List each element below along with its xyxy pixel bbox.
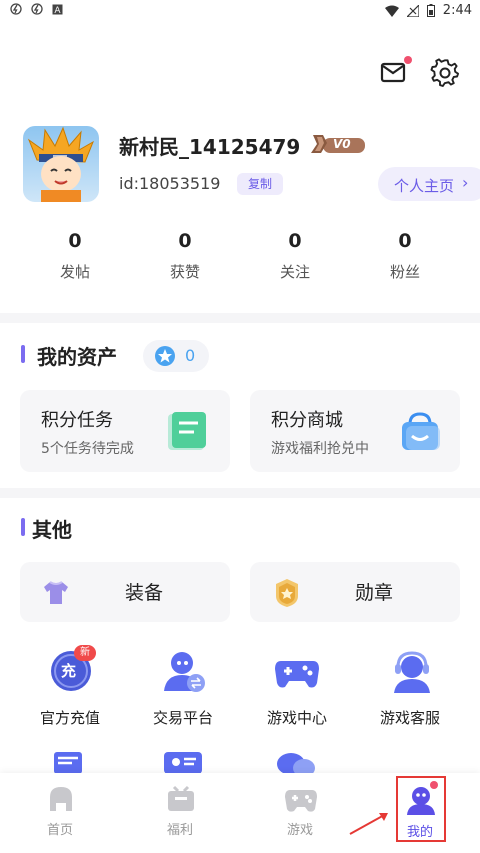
unread-dot — [404, 56, 412, 64]
vip-badge: V0 — [309, 133, 367, 155]
stat-label: 发帖 — [59, 263, 90, 281]
battery-icon — [426, 4, 435, 17]
card-title: 积分任务 — [41, 410, 113, 431]
grid-label: 游戏客服 — [379, 709, 440, 727]
mail-icon — [380, 62, 406, 83]
message-button[interactable] — [380, 56, 412, 86]
gamepad-tab-icon — [285, 790, 317, 812]
chevron-right-icon: › — [462, 173, 469, 192]
headset-icon — [394, 651, 430, 693]
section-divider — [0, 313, 480, 323]
stat-label: 粉丝 — [389, 263, 420, 281]
highlight-box — [396, 776, 446, 842]
grid-item-game-center[interactable]: 游戏中心 — [247, 645, 347, 730]
status-time: 2:44 — [442, 3, 472, 18]
points-mall-card[interactable]: 积分商城 游戏福利抢兑中 — [250, 390, 460, 472]
home-icon — [50, 787, 72, 811]
gamepad-icon — [275, 661, 319, 688]
card-subtitle: 游戏福利抢兑中 — [271, 441, 369, 457]
other-title: 其他 — [32, 518, 72, 542]
stat-value: 0 — [178, 230, 192, 252]
equipment-label: 装备 — [125, 582, 164, 604]
points-task-card[interactable]: 积分任务 5个任务待完成 — [20, 390, 230, 472]
grid-item-customer-service[interactable]: 游戏客服 — [360, 645, 460, 730]
user-id: id:18053519 — [119, 174, 221, 193]
stat-posts[interactable]: 0 发帖 — [35, 230, 115, 282]
section-accent-bar — [21, 345, 25, 363]
username: 新村民_14125479 — [119, 135, 301, 159]
card-title: 积分商城 — [271, 410, 343, 431]
grid-label: 游戏中心 — [266, 709, 327, 727]
mail-envelope-icon — [54, 752, 82, 774]
status-bar: A 2:44 — [0, 0, 480, 22]
stat-value: 0 — [68, 230, 82, 252]
red-arrow-icon — [349, 813, 388, 835]
new-badge: 新 — [74, 645, 96, 661]
copy-id-button[interactable]: 复制 — [237, 173, 283, 195]
flash-icon — [10, 3, 22, 15]
points-pill[interactable]: 0 — [143, 340, 209, 372]
grid-item-recharge[interactable]: 充 新 官方充值 — [20, 645, 120, 730]
id-card-icon — [164, 752, 202, 774]
stat-value: 0 — [398, 230, 412, 252]
points-value: 0 — [185, 346, 196, 365]
avatar-image — [27, 126, 94, 202]
section-accent-bar — [21, 518, 25, 536]
equipment-button[interactable]: 装备 — [20, 562, 230, 622]
stat-label: 关注 — [279, 263, 310, 281]
assets-title: 我的资产 — [37, 345, 117, 369]
homepage-label: 个人主页 — [394, 177, 455, 195]
card-subtitle: 5个任务待完成 — [41, 441, 134, 457]
flash-icon — [31, 3, 43, 15]
status-left-icons: A — [10, 3, 63, 15]
gift-box-icon — [168, 785, 194, 811]
gear-icon — [430, 58, 460, 87]
app-notification-icon: A — [52, 4, 63, 15]
homepage-button[interactable]: 个人主页 › — [378, 167, 480, 201]
medal-label: 勋章 — [355, 582, 394, 604]
svg-text:A: A — [54, 6, 61, 15]
star-coin-icon — [155, 346, 175, 366]
grid-label: 官方充值 — [39, 709, 100, 727]
stat-followers[interactable]: 0 粉丝 — [365, 230, 445, 282]
tab-label: 首页 — [46, 823, 73, 838]
grid-label: 交易平台 — [152, 709, 213, 727]
stat-likes[interactable]: 0 获赞 — [145, 230, 225, 282]
vip-level: V0 — [333, 137, 351, 151]
status-right-icons: 2:44 — [384, 3, 472, 18]
signal-icon — [406, 4, 419, 17]
task-note-icon — [168, 412, 206, 450]
medal-icon — [276, 579, 298, 607]
stat-value: 0 — [288, 230, 302, 252]
recharge-icon-text: 充 — [61, 662, 77, 680]
shopping-bag-icon — [402, 412, 440, 450]
section-divider — [0, 488, 480, 498]
grid-item-trading[interactable]: 交易平台 — [133, 645, 233, 730]
tab-label: 福利 — [166, 823, 193, 838]
shirt-icon — [44, 581, 68, 604]
medal-button[interactable]: 勋章 — [250, 562, 460, 622]
wifi-icon — [384, 5, 399, 17]
stat-label: 获赞 — [169, 263, 200, 281]
chat-bubbles-icon — [277, 753, 315, 774]
avatar[interactable] — [23, 126, 99, 202]
tab-label: 游戏 — [286, 823, 313, 838]
settings-button[interactable] — [430, 58, 460, 88]
stat-following[interactable]: 0 关注 — [255, 230, 335, 282]
trading-user-icon — [164, 652, 205, 692]
